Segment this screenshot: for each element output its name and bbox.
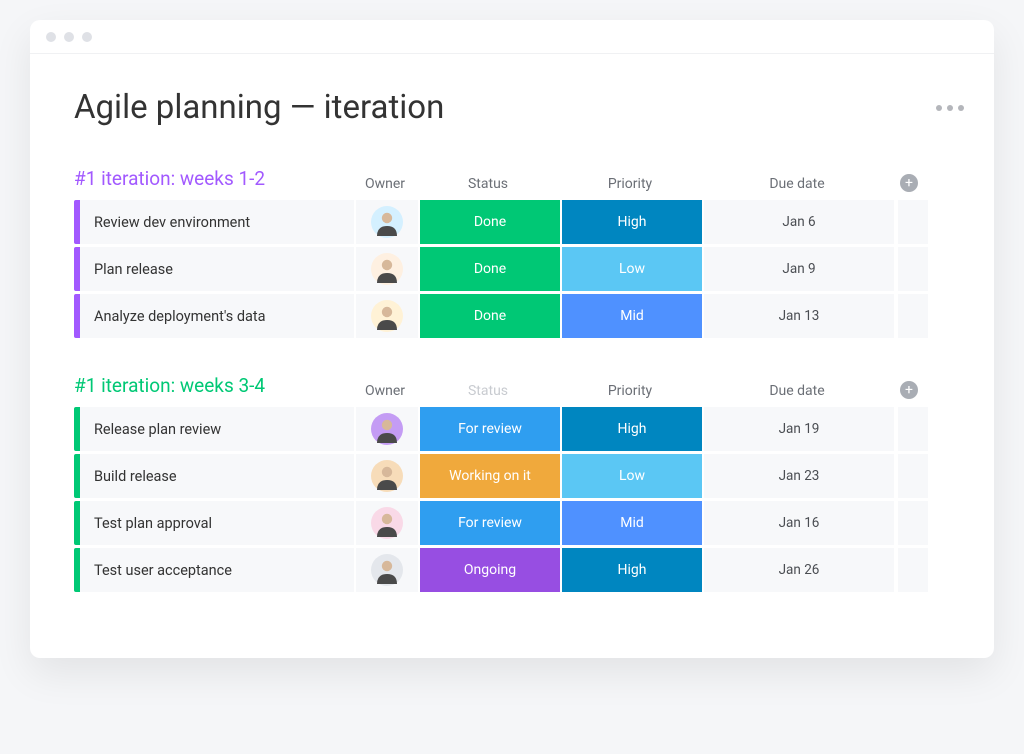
- extra-cell[interactable]: [898, 454, 928, 498]
- task-name-cell[interactable]: Test plan approval: [80, 501, 354, 545]
- task-name-cell[interactable]: Plan release: [80, 247, 354, 291]
- status-cell[interactable]: Done: [420, 294, 560, 338]
- page-title: Agile planning — iteration: [74, 88, 444, 127]
- owner-cell[interactable]: [356, 501, 418, 545]
- status-column-header[interactable]: Status: [418, 383, 558, 399]
- plus-icon: +: [900, 381, 918, 399]
- owner-column-header[interactable]: Owner: [354, 176, 416, 192]
- avatar: [371, 253, 403, 285]
- owner-cell[interactable]: [356, 200, 418, 244]
- status-cell[interactable]: Done: [420, 247, 560, 291]
- extra-cell[interactable]: [898, 200, 928, 244]
- priority-cell[interactable]: Mid: [562, 501, 702, 545]
- avatar: [371, 460, 403, 492]
- priority-column-header[interactable]: Priority: [560, 383, 700, 399]
- owner-cell[interactable]: [356, 407, 418, 451]
- status-cell[interactable]: For review: [420, 407, 560, 451]
- owner-cell[interactable]: [356, 454, 418, 498]
- owner-cell[interactable]: [356, 548, 418, 592]
- owner-cell[interactable]: [356, 294, 418, 338]
- task-row[interactable]: Test plan approval For reviewMidJan 16: [74, 501, 964, 545]
- avatar: [371, 554, 403, 586]
- page-content: Agile planning — iteration #1 iteration:…: [30, 54, 994, 658]
- more-options-icon[interactable]: [936, 105, 964, 111]
- priority-cell[interactable]: High: [562, 548, 702, 592]
- due-date-cell[interactable]: Jan 19: [704, 407, 894, 451]
- group-title[interactable]: #1 iteration: weeks 1-2: [74, 167, 354, 192]
- task-row[interactable]: Build release Working on itLowJan 23: [74, 454, 964, 498]
- group-header: #1 iteration: weeks 1-2OwnerStatusPriori…: [74, 167, 964, 192]
- window-control-max[interactable]: [82, 32, 92, 42]
- avatar: [371, 206, 403, 238]
- due-column-header[interactable]: Due date: [702, 383, 892, 399]
- task-name-cell[interactable]: Analyze deployment's data: [80, 294, 354, 338]
- due-date-cell[interactable]: Jan 26: [704, 548, 894, 592]
- status-cell[interactable]: Working on it: [420, 454, 560, 498]
- status-column-header[interactable]: Status: [418, 176, 558, 192]
- priority-column-header[interactable]: Priority: [560, 176, 700, 192]
- extra-cell[interactable]: [898, 548, 928, 592]
- task-row[interactable]: Release plan review For reviewHighJan 19: [74, 407, 964, 451]
- priority-cell[interactable]: High: [562, 407, 702, 451]
- owner-column-header[interactable]: Owner: [354, 383, 416, 399]
- avatar: [371, 300, 403, 332]
- window-control-min[interactable]: [64, 32, 74, 42]
- due-date-cell[interactable]: Jan 9: [704, 247, 894, 291]
- owner-cell[interactable]: [356, 247, 418, 291]
- app-window: Agile planning — iteration #1 iteration:…: [30, 20, 994, 658]
- priority-cell[interactable]: Low: [562, 247, 702, 291]
- group-header: #1 iteration: weeks 3-4OwnerStatusPriori…: [74, 374, 964, 399]
- task-group: #1 iteration: weeks 1-2OwnerStatusPriori…: [74, 167, 964, 338]
- plus-icon: +: [900, 174, 918, 192]
- status-cell[interactable]: For review: [420, 501, 560, 545]
- window-titlebar: [30, 20, 994, 54]
- task-group: #1 iteration: weeks 3-4OwnerStatusPriori…: [74, 374, 964, 592]
- task-name-cell[interactable]: Build release: [80, 454, 354, 498]
- task-row[interactable]: Test user acceptance OngoingHighJan 26: [74, 548, 964, 592]
- due-column-header[interactable]: Due date: [702, 176, 892, 192]
- window-control-close[interactable]: [46, 32, 56, 42]
- priority-cell[interactable]: High: [562, 200, 702, 244]
- due-date-cell[interactable]: Jan 23: [704, 454, 894, 498]
- status-cell[interactable]: Done: [420, 200, 560, 244]
- priority-cell[interactable]: Mid: [562, 294, 702, 338]
- extra-cell[interactable]: [898, 294, 928, 338]
- task-name-cell[interactable]: Release plan review: [80, 407, 354, 451]
- task-row[interactable]: Plan release DoneLowJan 9: [74, 247, 964, 291]
- due-date-cell[interactable]: Jan 16: [704, 501, 894, 545]
- status-cell[interactable]: Ongoing: [420, 548, 560, 592]
- add-column-button[interactable]: +: [892, 174, 926, 192]
- avatar: [371, 413, 403, 445]
- avatar: [371, 507, 403, 539]
- extra-cell[interactable]: [898, 501, 928, 545]
- task-row[interactable]: Analyze deployment's data DoneMidJan 13: [74, 294, 964, 338]
- priority-cell[interactable]: Low: [562, 454, 702, 498]
- add-column-button[interactable]: +: [892, 381, 926, 399]
- extra-cell[interactable]: [898, 407, 928, 451]
- task-name-cell[interactable]: Review dev environment: [80, 200, 354, 244]
- due-date-cell[interactable]: Jan 13: [704, 294, 894, 338]
- group-title[interactable]: #1 iteration: weeks 3-4: [74, 374, 354, 399]
- task-name-cell[interactable]: Test user acceptance: [80, 548, 354, 592]
- due-date-cell[interactable]: Jan 6: [704, 200, 894, 244]
- extra-cell[interactable]: [898, 247, 928, 291]
- task-row[interactable]: Review dev environment DoneHighJan 6: [74, 200, 964, 244]
- page-header: Agile planning — iteration: [74, 88, 964, 127]
